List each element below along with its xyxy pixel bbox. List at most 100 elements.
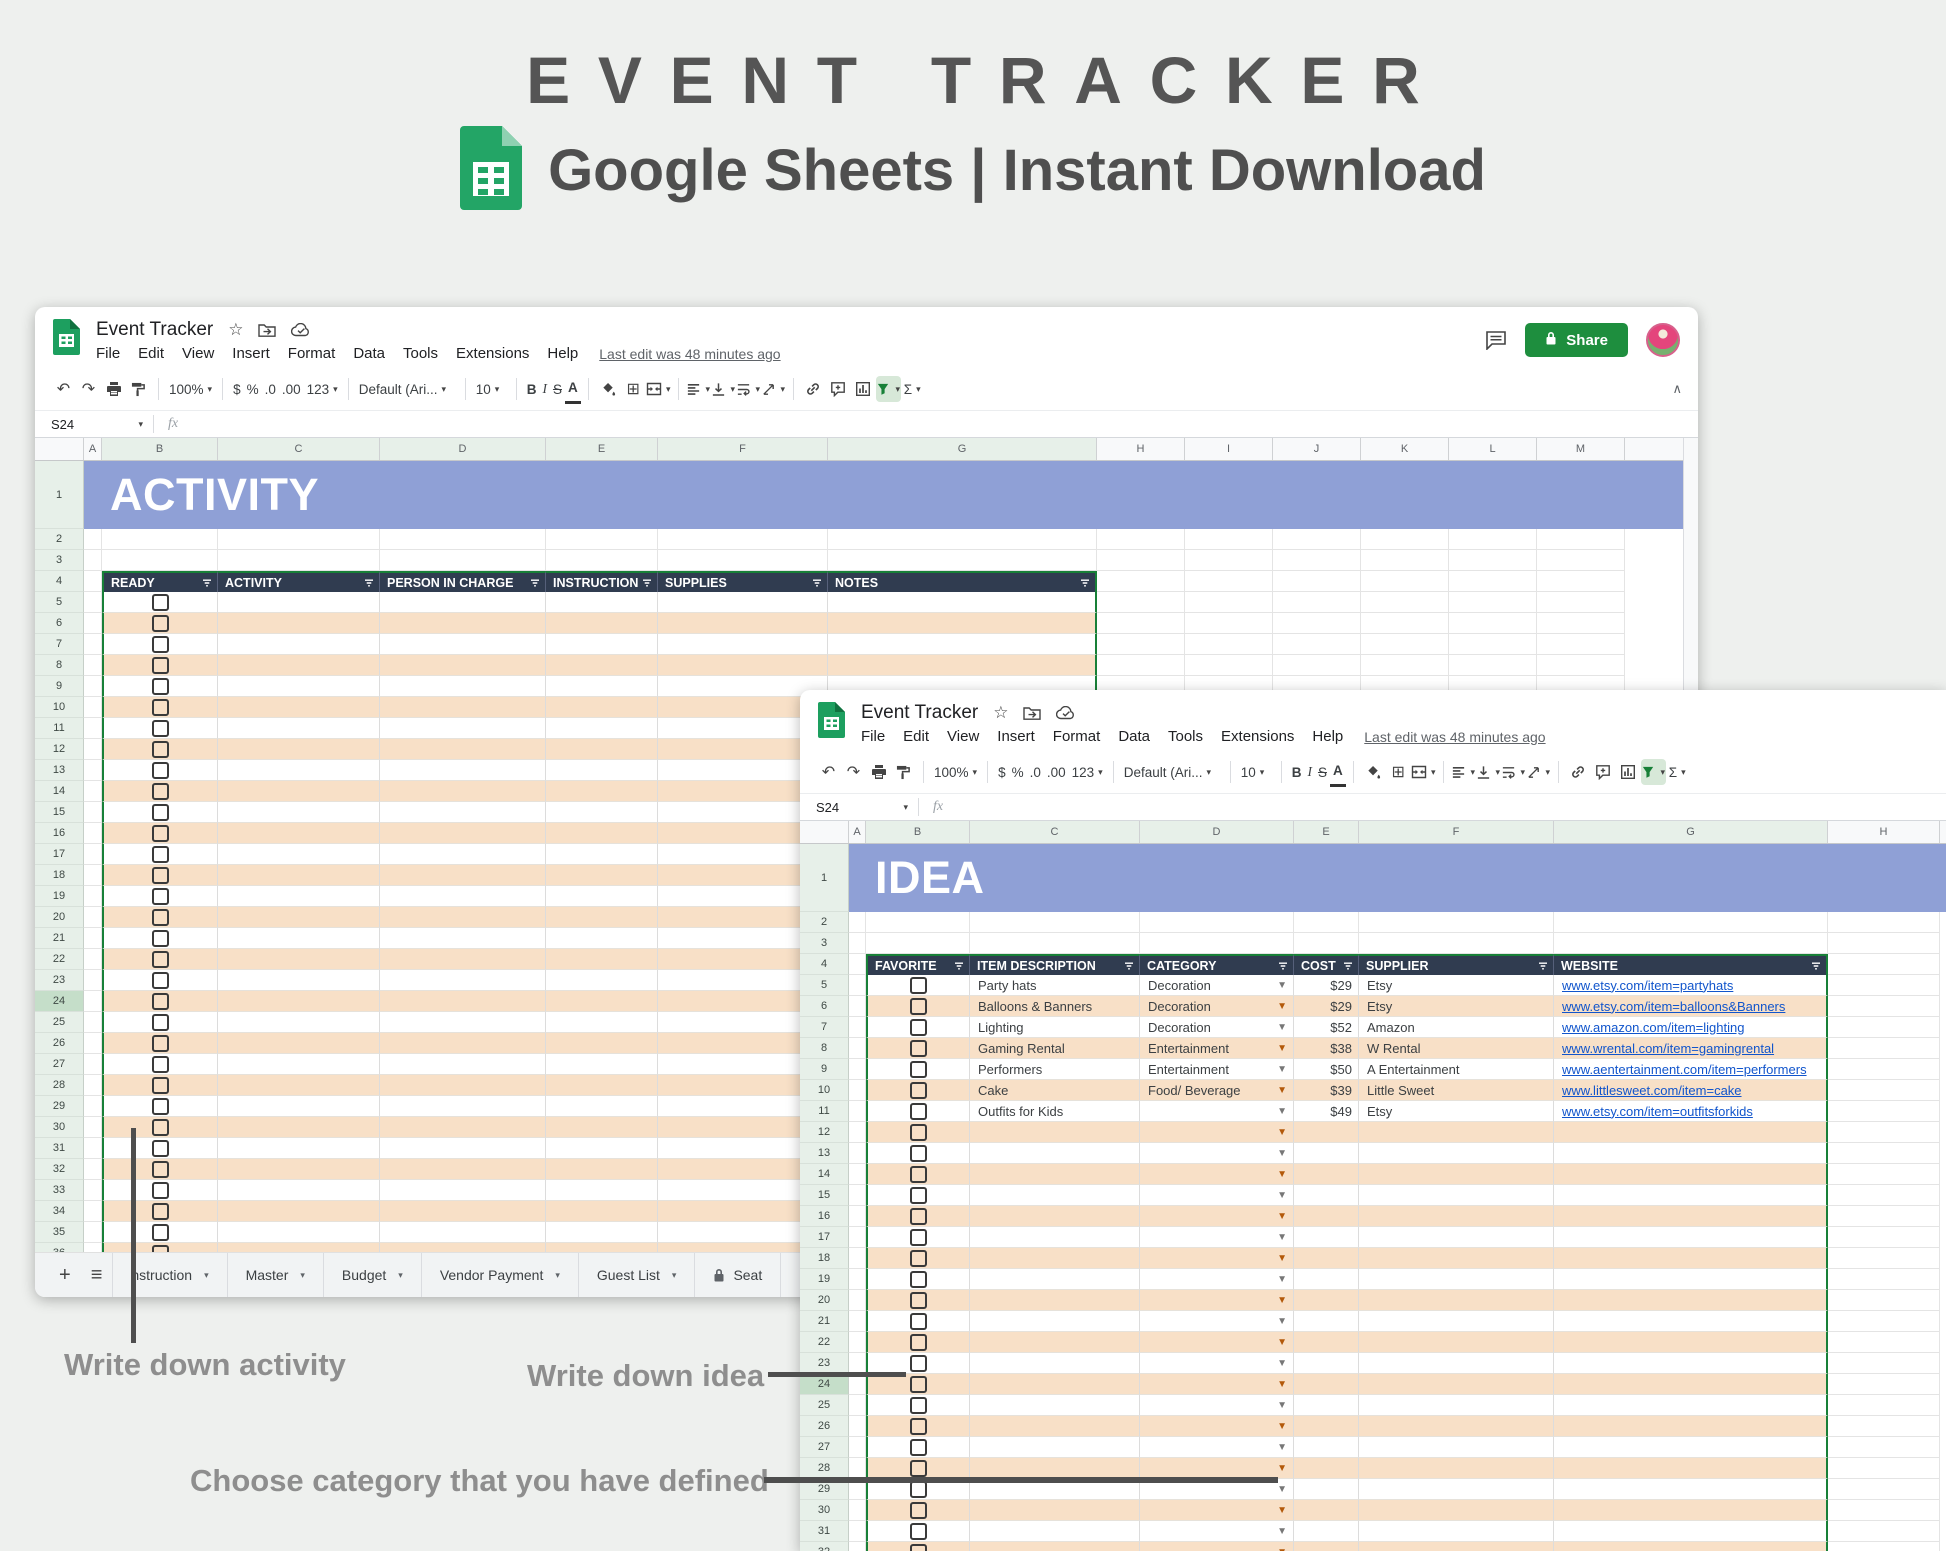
text-color-button[interactable]: A <box>1330 758 1346 787</box>
category-cell[interactable]: ▼ <box>1140 1269 1294 1290</box>
cell-a34[interactable] <box>84 1201 102 1222</box>
table-header-g[interactable]: WEBSITE <box>1554 954 1828 975</box>
cell-e35[interactable] <box>546 1222 658 1243</box>
cell-e14[interactable] <box>546 781 658 802</box>
redo-icon[interactable]: ↷ <box>841 759 866 785</box>
cell-b31[interactable] <box>102 1138 218 1159</box>
category-dropdown-icon[interactable]: ▼ <box>1277 1337 1287 1348</box>
favorite-checkbox[interactable] <box>910 1481 927 1498</box>
cell-a2[interactable] <box>84 529 102 550</box>
cell-d30[interactable] <box>380 1117 546 1138</box>
cell-a14[interactable] <box>849 1164 866 1185</box>
cell-b18[interactable] <box>866 1248 970 1269</box>
cell-a13[interactable] <box>849 1143 866 1164</box>
functions-button[interactable]: Σ▾ <box>901 376 924 402</box>
table-header-b[interactable]: FAVORITE <box>866 954 970 975</box>
cell-f12[interactable] <box>1359 1122 1554 1143</box>
percent-button[interactable]: % <box>1009 759 1027 785</box>
doc-title[interactable]: Event Tracker <box>96 319 213 341</box>
cell-i4[interactable] <box>1185 571 1273 592</box>
cell-b8[interactable] <box>102 655 218 676</box>
vertical-align-icon[interactable]: ▾ <box>1476 759 1501 785</box>
cell-a23[interactable] <box>849 1353 866 1374</box>
cell-c20[interactable] <box>970 1290 1140 1311</box>
cell-d17[interactable] <box>380 844 546 865</box>
ready-checkbox[interactable] <box>152 867 169 884</box>
chart-icon[interactable] <box>851 376 876 402</box>
row-header-23[interactable]: 23 <box>800 1353 849 1374</box>
cell-a33[interactable] <box>84 1180 102 1201</box>
cell-e5[interactable] <box>546 592 658 613</box>
cell-e33[interactable] <box>546 1180 658 1201</box>
cell-c17[interactable] <box>218 844 380 865</box>
cell-e25[interactable] <box>1294 1395 1359 1416</box>
menu-item-extensions[interactable]: Extensions <box>1212 726 1303 747</box>
row-header-23[interactable]: 23 <box>35 970 84 991</box>
cell-b9[interactable] <box>102 676 218 697</box>
cell-c3[interactable] <box>970 933 1140 954</box>
category-dropdown-icon[interactable]: ▼ <box>1277 1295 1287 1306</box>
cell-c28[interactable] <box>218 1075 380 1096</box>
cell-l3[interactable] <box>1449 550 1537 571</box>
cell-a26[interactable] <box>849 1416 866 1437</box>
category-cell[interactable]: ▼ <box>1140 1374 1294 1395</box>
cell-g15[interactable] <box>1554 1185 1828 1206</box>
cell-a4[interactable] <box>849 954 866 975</box>
cell-a29[interactable] <box>84 1096 102 1117</box>
cell-g20[interactable] <box>1554 1290 1828 1311</box>
cell-c25[interactable] <box>970 1395 1140 1416</box>
cell-c28[interactable] <box>970 1458 1140 1479</box>
table-header-f[interactable]: SUPPLIER <box>1359 954 1554 975</box>
cell-a31[interactable] <box>849 1521 866 1542</box>
menu-item-insert[interactable]: Insert <box>223 343 279 364</box>
cell-h7[interactable] <box>1097 634 1185 655</box>
row-header-8[interactable]: 8 <box>35 655 84 676</box>
cell-b20[interactable] <box>102 907 218 928</box>
cell-a8[interactable] <box>849 1038 866 1059</box>
cell-h12[interactable] <box>1828 1122 1940 1143</box>
cell-b30[interactable] <box>866 1500 970 1521</box>
cell-a28[interactable] <box>849 1458 866 1479</box>
item-description-cell[interactable]: Gaming Rental <box>970 1038 1140 1059</box>
ready-checkbox[interactable] <box>152 657 169 674</box>
increase-decimal-button[interactable]: .00 <box>1044 759 1069 785</box>
cell-a19[interactable] <box>84 886 102 907</box>
row-header-8[interactable]: 8 <box>800 1038 849 1059</box>
row-header-16[interactable]: 16 <box>800 1206 849 1227</box>
cell-e28[interactable] <box>546 1075 658 1096</box>
cell-h4[interactable] <box>1828 954 1940 975</box>
row-header-15[interactable]: 15 <box>35 802 84 823</box>
sheets-file-icon[interactable] <box>818 702 845 743</box>
website-link[interactable]: www.etsy.com/item=balloons&Banners <box>1562 999 1785 1014</box>
row-header-34[interactable]: 34 <box>35 1201 84 1222</box>
row-header-6[interactable]: 6 <box>800 996 849 1017</box>
select-all-corner[interactable] <box>35 438 84 460</box>
favorite-checkbox[interactable] <box>910 1082 927 1099</box>
cell-e26[interactable] <box>546 1033 658 1054</box>
category-cell[interactable]: ▼ <box>1140 1206 1294 1227</box>
cell-c2[interactable] <box>218 529 380 550</box>
cell-c26[interactable] <box>218 1033 380 1054</box>
strikethrough-button[interactable]: S <box>1315 759 1330 785</box>
avatar[interactable] <box>1646 323 1680 357</box>
cell-e12[interactable] <box>546 739 658 760</box>
cell-c16[interactable] <box>970 1206 1140 1227</box>
cell-c32[interactable] <box>970 1542 1140 1551</box>
cell-h10[interactable] <box>1828 1080 1940 1101</box>
cell-e31[interactable] <box>546 1138 658 1159</box>
row-header-14[interactable]: 14 <box>35 781 84 802</box>
cell-c15[interactable] <box>970 1185 1140 1206</box>
cell-e15[interactable] <box>1294 1185 1359 1206</box>
cell-c19[interactable] <box>218 886 380 907</box>
merge-cells-icon[interactable]: ▾ <box>1411 759 1436 785</box>
category-dropdown-icon[interactable]: ▼ <box>1277 1232 1287 1243</box>
cell-l2[interactable] <box>1449 529 1537 550</box>
table-header-f[interactable]: SUPPLIES <box>658 571 828 592</box>
row-header-16[interactable]: 16 <box>35 823 84 844</box>
website-link[interactable]: www.etsy.com/item=outfitsforkids <box>1562 1104 1753 1119</box>
category-dropdown-icon[interactable]: ▼ <box>1277 1085 1287 1096</box>
bold-button[interactable]: B <box>524 376 540 402</box>
text-color-button[interactable]: A <box>565 375 581 404</box>
category-cell[interactable]: ▼ <box>1140 1101 1294 1122</box>
cell-f20[interactable] <box>1359 1290 1554 1311</box>
